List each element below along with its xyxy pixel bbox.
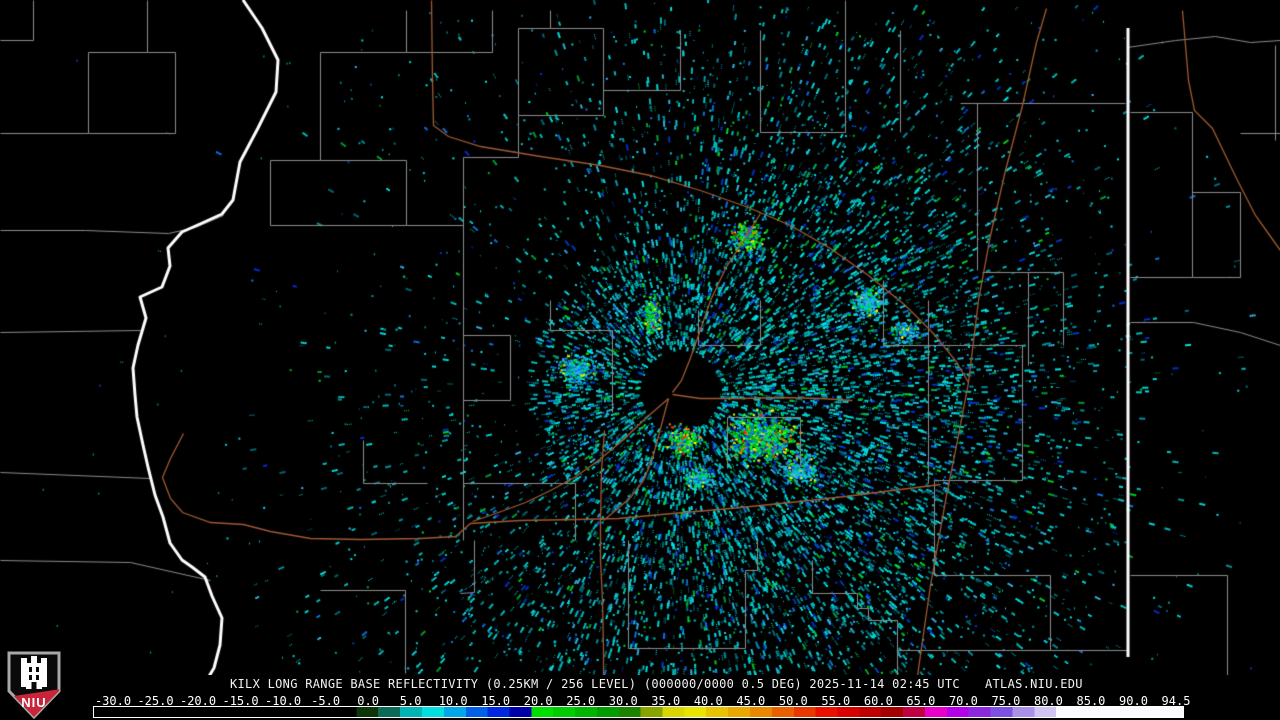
logo-niu-text: NIU bbox=[21, 695, 46, 710]
radar-map-canvas bbox=[0, 0, 1280, 675]
attribution-text: ATLAS.NIU.EDU bbox=[985, 677, 1083, 691]
niu-logo: NIU bbox=[7, 651, 61, 719]
caption-row: KILX LONG RANGE BASE REFLECTIVITY (0.25K… bbox=[0, 677, 1280, 691]
radar-app-window: KILX LONG RANGE BASE REFLECTIVITY (0.25K… bbox=[0, 0, 1280, 720]
reflectivity-colorbar bbox=[93, 706, 1184, 718]
product-caption: KILX LONG RANGE BASE REFLECTIVITY (0.25K… bbox=[230, 677, 960, 691]
